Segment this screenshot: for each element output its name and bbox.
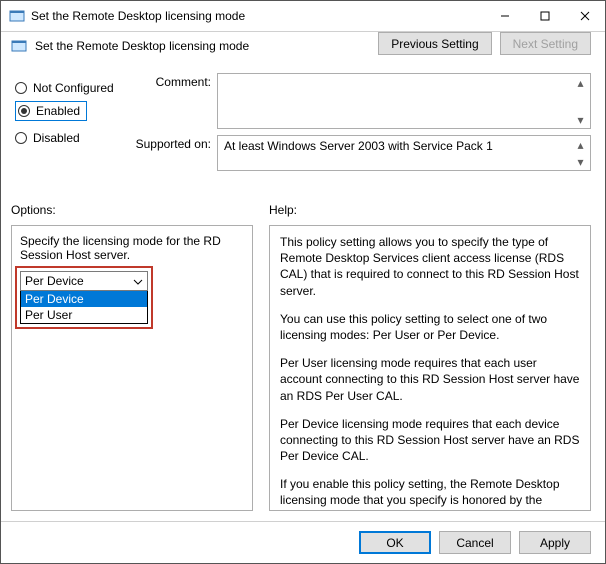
help-heading: Help: (269, 203, 591, 217)
radio-label: Not Configured (33, 81, 114, 95)
radio-label: Disabled (33, 131, 80, 145)
comment-label: Comment: (135, 73, 217, 129)
options-panel: Specify the licensing mode for the RD Se… (11, 225, 253, 511)
help-text: You can use this policy setting to selec… (280, 311, 580, 343)
apply-button[interactable]: Apply (519, 531, 591, 554)
options-column: Options: Specify the licensing mode for … (1, 197, 263, 521)
help-panel: This policy setting allows you to specif… (269, 225, 591, 511)
radio-icon (15, 132, 27, 144)
radio-label: Enabled (36, 104, 80, 118)
supported-on-label: Supported on: (135, 135, 217, 171)
dropdown-list: Per Device Per User (20, 291, 148, 324)
columns: Options: Specify the licensing mode for … (1, 197, 605, 521)
radio-icon (15, 82, 27, 94)
help-text: If you enable this policy setting, the R… (280, 476, 580, 511)
help-column: Help: This policy setting allows you to … (263, 197, 605, 521)
dropdown-option-per-user[interactable]: Per User (21, 307, 147, 323)
options-heading: Options: (11, 203, 253, 217)
supported-on-field: At least Windows Server 2003 with Servic… (217, 135, 591, 171)
scroll-up-icon[interactable]: ▴ (573, 137, 588, 152)
supported-on-value: At least Windows Server 2003 with Servic… (224, 139, 493, 153)
scroll-up-icon[interactable]: ▴ (573, 75, 588, 90)
policy-icon (9, 8, 25, 24)
dropdown-option-per-device[interactable]: Per Device (21, 291, 147, 307)
footer: OK Cancel Apply (1, 521, 605, 563)
cancel-button[interactable]: Cancel (439, 531, 511, 554)
window-title: Set the Remote Desktop licensing mode (31, 9, 485, 23)
radio-enabled[interactable]: Enabled (15, 101, 87, 121)
scroll-down-icon[interactable]: ▾ (573, 154, 588, 169)
state-radio-group: Not Configured Enabled Disabled (15, 75, 125, 151)
scroll-down-icon[interactable]: ▾ (573, 112, 588, 127)
licensing-mode-dropdown[interactable]: Per Device (20, 271, 148, 291)
radio-icon (18, 105, 30, 117)
radio-not-configured[interactable]: Not Configured (15, 75, 125, 101)
chevron-down-icon (133, 276, 143, 286)
form-area: Comment: ▴ ▾ Supported on: At least Wind… (135, 73, 591, 177)
help-text: This policy setting allows you to specif… (280, 234, 580, 299)
gpo-dialog-window: Set the Remote Desktop licensing mode Se… (0, 0, 606, 564)
help-text: Per Device licensing mode requires that … (280, 416, 580, 465)
comment-input[interactable]: ▴ ▾ (217, 73, 591, 129)
dropdown-selected: Per Device (25, 274, 84, 288)
help-text: Per User licensing mode requires that ea… (280, 355, 580, 404)
next-setting-button: Next Setting (500, 32, 591, 55)
ok-button[interactable]: OK (359, 531, 431, 554)
radio-disabled[interactable]: Disabled (15, 125, 125, 151)
licensing-mode-highlight: Per Device Per Device Per User (15, 266, 153, 329)
options-prompt: Specify the licensing mode for the RD Se… (20, 234, 244, 262)
nav-row: Previous Setting Next Setting (1, 26, 605, 67)
previous-setting-button[interactable]: Previous Setting (378, 32, 491, 55)
